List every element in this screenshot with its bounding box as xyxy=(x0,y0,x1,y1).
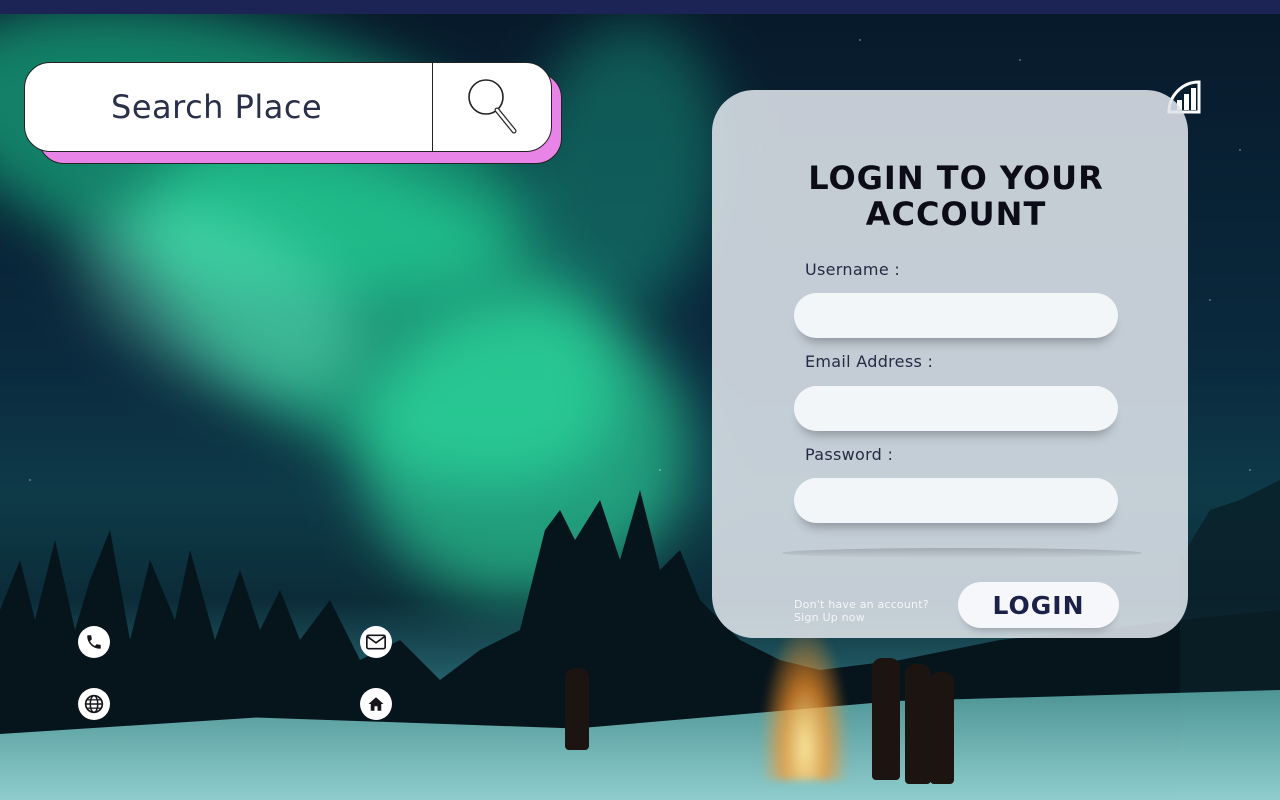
home-icon[interactable] xyxy=(360,688,392,720)
login-title: LOGIN TO YOUR ACCOUNT xyxy=(712,160,1200,232)
email-label: Email Address : xyxy=(805,352,934,371)
password-label: Password : xyxy=(805,445,894,464)
top-strip xyxy=(0,0,1280,14)
login-card: LOGIN TO YOUR ACCOUNT Username : Email A… xyxy=(712,90,1188,638)
username-field[interactable] xyxy=(794,293,1118,338)
home-glyph xyxy=(368,697,384,711)
password-field[interactable] xyxy=(794,478,1118,523)
login-button[interactable]: LOGIN xyxy=(958,582,1119,628)
divider-shadow xyxy=(782,548,1142,558)
globe-icon[interactable] xyxy=(78,688,110,720)
signup-prompt: Don't have an account? xyxy=(794,598,929,611)
username-label: Username : xyxy=(805,260,901,279)
campfire xyxy=(760,620,850,780)
phone-glyph xyxy=(87,635,101,649)
search-input[interactable]: Search Place xyxy=(25,88,432,126)
globe-glyph xyxy=(84,694,104,714)
phone-icon[interactable] xyxy=(78,626,110,658)
search-box: Search Place xyxy=(24,62,552,152)
email-field[interactable] xyxy=(794,386,1118,431)
search-button[interactable] xyxy=(433,63,551,151)
signup-action: Sign Up now xyxy=(794,611,865,624)
login-title-line1: LOGIN TO YOUR xyxy=(808,159,1104,197)
mail-icon[interactable] xyxy=(360,626,392,658)
magnifier-icon xyxy=(468,79,517,134)
search-bar: Search Place xyxy=(24,62,564,164)
signup-link[interactable]: Don't have an account? Sign Up now xyxy=(794,598,929,624)
login-title-line2: ACCOUNT xyxy=(865,195,1047,233)
mail-glyph xyxy=(366,634,386,650)
